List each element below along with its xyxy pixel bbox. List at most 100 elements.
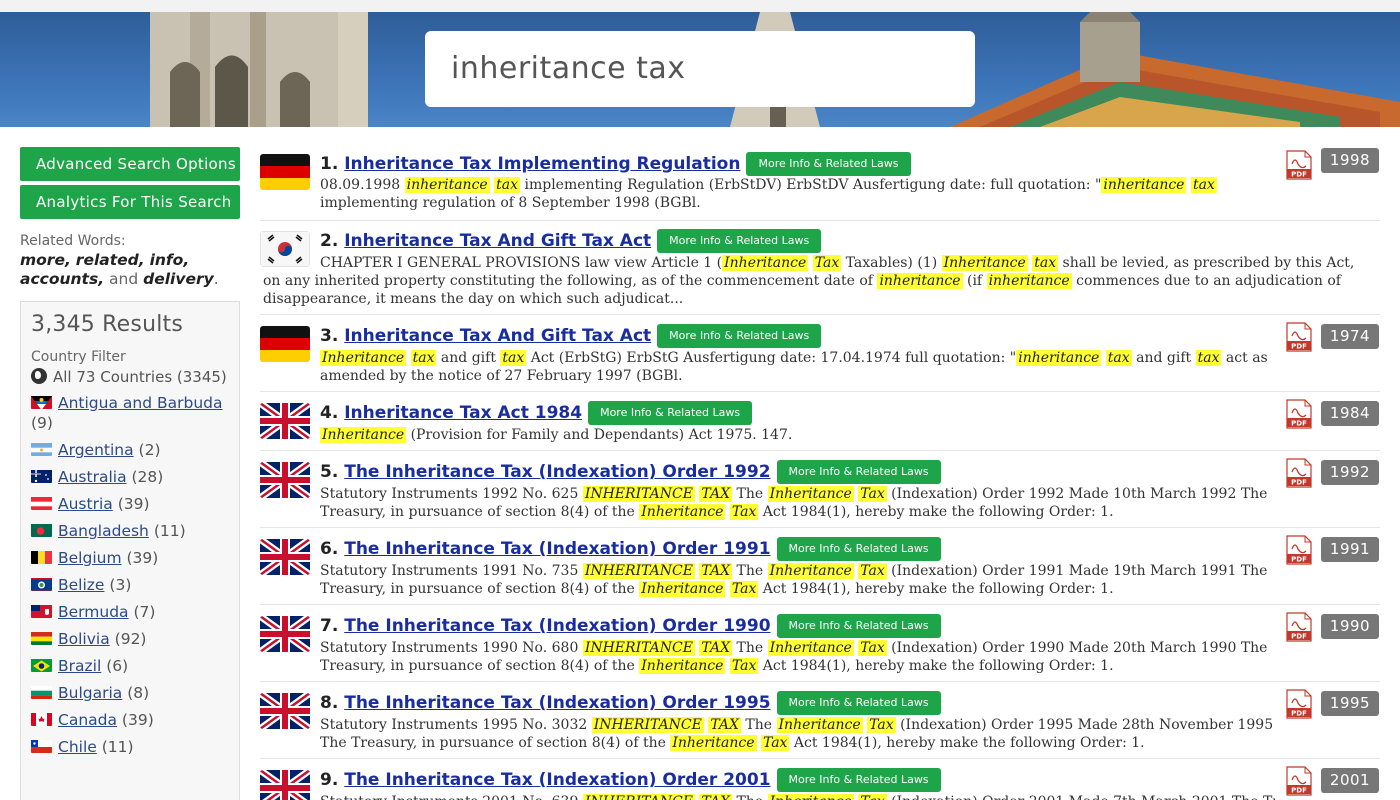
country-link[interactable]: Bangladesh xyxy=(58,522,149,540)
result-title-link[interactable]: Inheritance Tax Act 1984 xyxy=(344,403,582,423)
pdf-icon[interactable]: PDF xyxy=(1286,458,1312,488)
highlighted-term: Tax xyxy=(812,255,842,271)
more-info-button[interactable]: More Info & Related Laws xyxy=(746,152,911,176)
flag-bulgaria-icon xyxy=(31,685,52,699)
flag-australia-icon xyxy=(31,469,52,483)
snippet-text: Statutory Instruments 1992 No. 625 xyxy=(320,486,583,502)
country-link[interactable]: Canada xyxy=(58,711,117,729)
result-title-link[interactable]: Inheritance Tax And Gift Tax Act xyxy=(344,326,651,346)
country-item[interactable]: Bermuda (7) xyxy=(31,602,229,622)
result-snippet: 08.09.1998 inheritance tax implementing … xyxy=(320,176,1275,212)
related-word[interactable]: more, xyxy=(20,251,71,269)
result-title-link[interactable]: The Inheritance Tax (Indexation) Order 1… xyxy=(344,616,770,636)
more-info-button[interactable]: More Info & Related Laws xyxy=(776,768,941,792)
country-link[interactable]: Belgium xyxy=(58,549,122,567)
flag-austria-icon xyxy=(31,496,52,510)
search-box[interactable] xyxy=(425,31,975,107)
highlighted-term: Tax xyxy=(858,486,887,502)
country-link[interactable]: Austria xyxy=(58,495,113,513)
country-link[interactable]: Bulgaria xyxy=(58,684,122,702)
result-title-link[interactable]: The Inheritance Tax (Indexation) Order 1… xyxy=(344,539,770,559)
country-item[interactable]: Australia (28) xyxy=(31,467,229,487)
results-filter-panel: 3,345 Results Country Filter All 73 Coun… xyxy=(20,301,240,800)
pdf-icon[interactable]: PDF xyxy=(1286,150,1312,180)
more-info-button[interactable]: More Info & Related Laws xyxy=(657,229,822,253)
highlighted-term: Inheritance xyxy=(639,658,726,674)
country-count: (7) xyxy=(133,603,156,621)
country-item[interactable]: Austria (39) xyxy=(31,494,229,514)
country-link[interactable]: Bolivia xyxy=(58,630,110,648)
flag-antigua-icon xyxy=(31,395,52,409)
country-item[interactable]: Canada (39) xyxy=(31,710,229,730)
result-title-link[interactable]: Inheritance Tax And Gift Tax Act xyxy=(344,231,651,251)
svg-text:PDF: PDF xyxy=(1291,633,1307,641)
highlighted-term: tax xyxy=(500,350,527,366)
highlighted-term: Inheritance xyxy=(639,581,726,597)
advanced-search-button[interactable]: Advanced Search Options xyxy=(20,147,240,181)
analytics-button[interactable]: Analytics For This Search xyxy=(20,185,240,219)
country-item[interactable]: Chile (11) xyxy=(31,737,229,757)
country-item[interactable]: Brazil (6) xyxy=(31,656,229,676)
flag-germany-icon xyxy=(260,326,310,362)
highlighted-term: tax xyxy=(410,350,437,366)
more-info-button[interactable]: More Info & Related Laws xyxy=(776,614,941,638)
related-words: more, related, info, accounts, and deliv… xyxy=(20,251,240,289)
country-count: (39) xyxy=(117,495,150,513)
flag-uk-icon xyxy=(260,539,310,575)
result-snippet: Statutory Instruments 2001 No. 639 INHER… xyxy=(320,793,1275,800)
related-word[interactable]: delivery xyxy=(143,270,214,288)
highlighted-term: INHERITANCE xyxy=(582,486,695,502)
result-title-link[interactable]: The Inheritance Tax (Indexation) Order 2… xyxy=(344,770,770,790)
result-title-link[interactable]: The Inheritance Tax (Indexation) Order 1… xyxy=(344,693,770,713)
highlighted-term: Inheritance xyxy=(767,640,854,656)
country-item[interactable]: Bulgaria (8) xyxy=(31,683,229,703)
country-link[interactable]: Belize xyxy=(58,576,104,594)
country-item[interactable]: Belgium (39) xyxy=(31,548,229,568)
highlighted-term: Inheritance xyxy=(320,427,407,443)
more-info-button[interactable]: More Info & Related Laws xyxy=(776,460,941,484)
pdf-icon[interactable]: PDF xyxy=(1286,399,1312,429)
related-word[interactable]: accounts, xyxy=(20,270,104,288)
country-item[interactable]: Belize (3) xyxy=(31,575,229,595)
country-item[interactable]: Bangladesh (11) xyxy=(31,521,229,541)
country-count: (8) xyxy=(127,684,150,702)
year-badge: 1984 xyxy=(1321,401,1379,426)
pdf-icon[interactable]: PDF xyxy=(1286,766,1312,796)
search-input[interactable] xyxy=(451,31,971,105)
country-link[interactable]: Bermuda xyxy=(58,603,129,621)
highlighted-term: Inheritance xyxy=(670,735,757,751)
country-item[interactable]: Bolivia (92) xyxy=(31,629,229,649)
pdf-icon[interactable]: PDF xyxy=(1286,612,1312,642)
flag-uk-icon xyxy=(260,403,310,439)
country-link[interactable]: Argentina xyxy=(58,441,134,459)
country-item[interactable]: Argentina (2) xyxy=(31,440,229,460)
more-info-button[interactable]: More Info & Related Laws xyxy=(657,324,822,348)
more-info-button[interactable]: More Info & Related Laws xyxy=(776,691,941,715)
country-link[interactable]: Australia xyxy=(58,468,127,486)
more-info-button[interactable]: More Info & Related Laws xyxy=(588,401,753,425)
pdf-icon[interactable]: PDF xyxy=(1286,689,1312,719)
country-count: (2) xyxy=(138,441,161,459)
related-word[interactable]: related, xyxy=(76,251,145,269)
highlighted-term: inheritance xyxy=(404,177,490,193)
all-countries-filter[interactable]: All 73 Countries (3345) xyxy=(31,367,229,387)
result-snippet: Statutory Instruments 1992 No. 625 INHER… xyxy=(320,485,1275,521)
snippet-text: The xyxy=(740,717,777,733)
country-link[interactable]: Antigua and Barbuda xyxy=(58,394,223,412)
flag-belgium-icon xyxy=(31,550,52,564)
country-item[interactable]: Antigua and Barbuda (9) xyxy=(31,393,229,433)
country-link[interactable]: Chile xyxy=(58,738,97,756)
pdf-icon[interactable]: PDF xyxy=(1286,535,1312,565)
related-and: and xyxy=(109,270,139,288)
related-word[interactable]: info, xyxy=(150,251,190,269)
result-title-link[interactable]: Inheritance Tax Implementing Regulation xyxy=(344,154,740,174)
country-count: (39) xyxy=(121,711,154,729)
country-count: (9) xyxy=(31,414,53,432)
snippet-text: (if xyxy=(962,273,987,289)
result-item: 8. The Inheritance Tax (Indexation) Orde… xyxy=(260,682,1380,759)
more-info-button[interactable]: More Info & Related Laws xyxy=(776,537,941,561)
country-link[interactable]: Brazil xyxy=(58,657,101,675)
snippet-text: implementing Regulation (ErbStDV) ErbStD… xyxy=(520,177,1102,193)
pdf-icon[interactable]: PDF xyxy=(1286,322,1312,352)
result-title-link[interactable]: The Inheritance Tax (Indexation) Order 1… xyxy=(344,462,770,482)
